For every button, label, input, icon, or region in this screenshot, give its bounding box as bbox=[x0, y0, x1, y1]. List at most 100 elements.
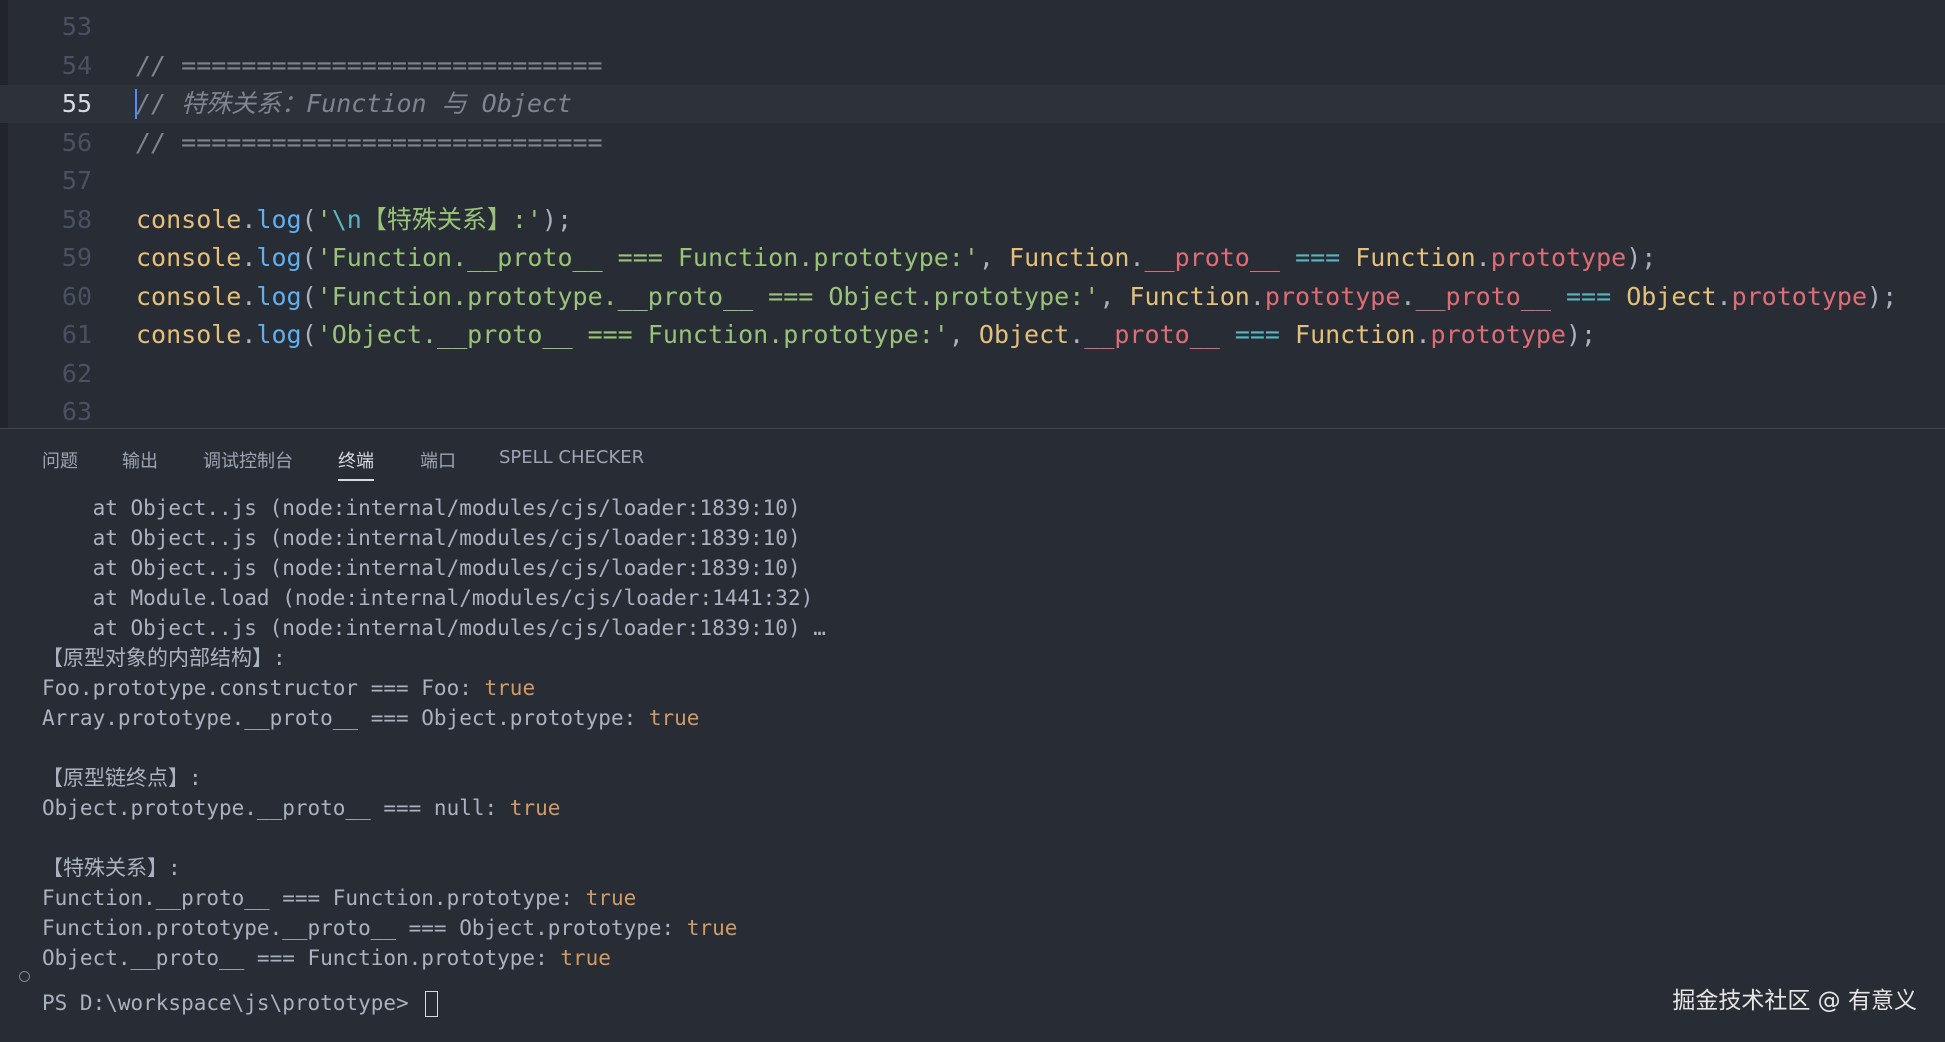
code-editor[interactable]: 53 54 // ============================ 55 // … bbox=[0, 0, 1945, 428]
tab-terminal[interactable]: 终端 bbox=[338, 447, 374, 481]
code-line[interactable]: 61 console.log('Object.__proto__ === Func… bbox=[0, 316, 1945, 354]
code-token: === bbox=[1295, 243, 1341, 272]
code-line[interactable]: 63 bbox=[0, 393, 1945, 428]
code-token: . bbox=[241, 281, 257, 311]
code-line[interactable]: 62 bbox=[0, 355, 1945, 393]
code-token: . bbox=[1249, 281, 1265, 311]
code-text: console.log('\n【特殊关系】:'); bbox=[136, 201, 572, 239]
terminal-line: Foo.prototype.constructor === Foo: true bbox=[42, 673, 535, 703]
code-token: . bbox=[1400, 281, 1416, 311]
terminal-line: Object.prototype.__proto__ === null: tru… bbox=[42, 793, 560, 823]
code-line[interactable]: 57 bbox=[0, 162, 1945, 200]
code-token: ); bbox=[1565, 320, 1597, 349]
terminal-text: at Object..js (node:internal/modules/cjs… bbox=[42, 526, 801, 550]
code-token: , bbox=[1099, 281, 1130, 311]
code-text: console.log('Function.prototype.__proto_… bbox=[136, 278, 1897, 316]
line-number: 57 bbox=[61, 166, 92, 195]
code-token: prototype bbox=[1731, 281, 1868, 311]
terminal-line: 【特殊关系】: bbox=[42, 853, 181, 883]
terminal-prompt-line[interactable]: PS D:\workspace\js\prototype> bbox=[42, 988, 439, 1018]
command-decoration-icon[interactable] bbox=[19, 971, 30, 982]
panel-tabs: 问题 输出 调试控制台 终端 端口 SPELL CHECKER bbox=[0, 429, 1945, 485]
terminal-line: Object.__proto__ === Function.prototype:… bbox=[42, 943, 611, 973]
code-token: // 特殊关系：Function 与 Object bbox=[136, 89, 572, 118]
code-token: 'Object.__proto__ === Function.prototype… bbox=[316, 320, 949, 349]
code-token: , bbox=[948, 320, 979, 349]
code-token: log bbox=[256, 281, 302, 311]
terminal-line: at Module.load (node:internal/modules/cj… bbox=[42, 583, 814, 613]
terminal-text: Function.prototype.__proto__ === Object.… bbox=[42, 916, 687, 940]
code-line[interactable]: 58 console.log('\n【特殊关系】:'); bbox=[0, 201, 1945, 239]
terminal-cursor bbox=[425, 991, 439, 1017]
code-line[interactable]: 54 // ============================ bbox=[0, 47, 1945, 85]
code-token: Object bbox=[1626, 281, 1717, 311]
code-token: ( bbox=[301, 243, 317, 272]
terminal-value: true bbox=[484, 676, 536, 700]
terminal-line: at Object..js (node:internal/modules/cjs… bbox=[42, 523, 801, 553]
terminal-text: Object.prototype.__proto__ === null: bbox=[42, 796, 510, 820]
line-number: 58 bbox=[61, 204, 92, 234]
terminal-line: Array.prototype.__proto__ === Object.pro… bbox=[42, 703, 699, 733]
code-token: ( bbox=[301, 204, 317, 234]
code-token: prototype bbox=[1264, 281, 1401, 311]
line-number: 59 bbox=[61, 243, 92, 272]
code-token: . bbox=[1415, 320, 1431, 349]
terminal-value: true bbox=[686, 916, 738, 940]
code-token: === bbox=[1565, 281, 1612, 311]
code-line[interactable]: 53 bbox=[0, 8, 1945, 46]
code-token: __proto__ bbox=[1084, 320, 1220, 349]
code-line[interactable]: 55 // 特殊关系：Function 与 Object bbox=[0, 85, 1945, 123]
code-token: log bbox=[256, 204, 302, 234]
line-number: 56 bbox=[61, 127, 92, 157]
code-line[interactable]: 56 // ============================ bbox=[0, 124, 1945, 162]
terminal-text: Foo.prototype.constructor === Foo: bbox=[42, 676, 485, 700]
terminal-text: at Module.load (node:internal/modules/cj… bbox=[42, 586, 814, 610]
code-token: log bbox=[256, 243, 302, 272]
tab-debug-console[interactable]: 调试控制台 bbox=[203, 447, 293, 473]
code-token: ); bbox=[541, 204, 573, 234]
code-token: \n bbox=[331, 204, 362, 234]
tab-output[interactable]: 输出 bbox=[122, 447, 158, 473]
line-number: 61 bbox=[61, 320, 92, 349]
code-token: ( bbox=[301, 281, 317, 311]
code-token: console bbox=[136, 204, 242, 234]
code-line[interactable]: 60 console.log('Function.prototype.__prot… bbox=[0, 278, 1945, 316]
code-token: ' bbox=[316, 204, 332, 234]
tab-ports[interactable]: 端口 bbox=[420, 447, 456, 473]
code-line[interactable]: 59 console.log('Function.__proto__ === Fu… bbox=[0, 239, 1945, 277]
terminal-text: 【特殊关系】: bbox=[42, 856, 181, 880]
tab-problems[interactable]: 问题 bbox=[42, 447, 78, 473]
terminal-text: at Object..js (node:internal/modules/cjs… bbox=[42, 556, 801, 580]
code-token: 【特殊关系】:' bbox=[361, 204, 542, 234]
line-number: 63 bbox=[61, 397, 92, 426]
terminal-value: true bbox=[585, 886, 637, 910]
code-token: . bbox=[241, 320, 257, 349]
terminal-line: at Object..js (node:internal/modules/cjs… bbox=[42, 553, 801, 583]
terminal-text: at Object..js (node:internal/modules/cjs… bbox=[42, 496, 801, 520]
code-token: prototype bbox=[1430, 320, 1566, 349]
code-token: console bbox=[136, 243, 242, 272]
code-token: . bbox=[241, 204, 257, 234]
code-token: log bbox=[256, 320, 302, 349]
code-text: // ============================ bbox=[136, 47, 603, 85]
code-token: , bbox=[978, 243, 1010, 272]
code-text: // ============================ bbox=[136, 124, 603, 162]
code-token: ); bbox=[1867, 281, 1898, 311]
terminal-value: true bbox=[560, 946, 611, 970]
terminal-text: Object.__proto__ === Function.prototype: bbox=[42, 946, 561, 970]
code-token: ( bbox=[301, 320, 317, 349]
code-token: . bbox=[1716, 281, 1732, 311]
code-token: Function bbox=[1009, 243, 1130, 272]
code-token: // ============================ bbox=[136, 127, 603, 157]
code-token: === bbox=[1234, 320, 1280, 349]
tab-spell-checker[interactable]: SPELL CHECKER bbox=[499, 447, 644, 468]
terminal-prompt: PS D:\workspace\js\prototype> bbox=[42, 991, 422, 1015]
terminal-line: at Object..js (node:internal/modules/cjs… bbox=[42, 613, 826, 643]
line-number: 60 bbox=[61, 281, 92, 311]
code-text: console.log('Object.__proto__ === Functi… bbox=[136, 316, 1596, 354]
bottom-panel: 问题 输出 调试控制台 终端 端口 SPELL CHECKER at Object..js… bbox=[0, 428, 1945, 1042]
code-token: __proto__ bbox=[1415, 281, 1551, 311]
